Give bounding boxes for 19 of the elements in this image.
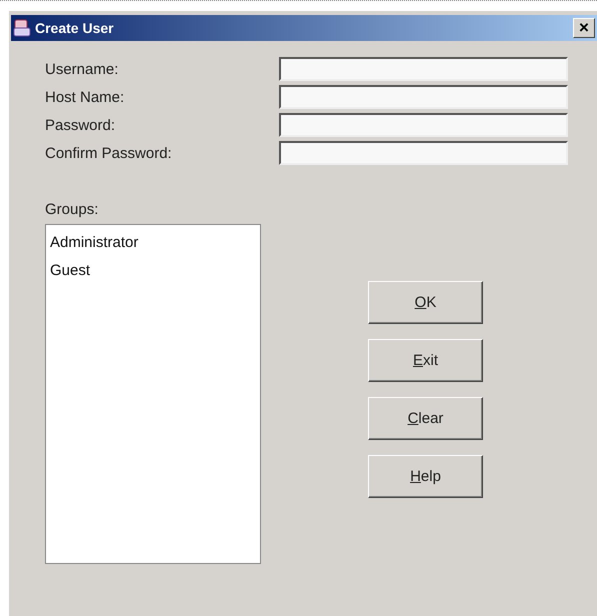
field-label: Host Name: (45, 88, 126, 106)
groups-label: Groups: (45, 201, 100, 218)
app-icon (13, 19, 31, 37)
field-label: Password: (45, 116, 116, 134)
groups-list[interactable]: Administrator Guest (45, 224, 261, 564)
input-field[interactable] (279, 85, 568, 109)
close-button[interactable]: × (573, 18, 595, 38)
dialog-button[interactable]: Exit (368, 339, 483, 382)
dialog-button[interactable]: OK (368, 281, 483, 324)
field-label: Confirm Password: (45, 144, 173, 162)
list-item[interactable]: Guest (49, 259, 257, 287)
input-field[interactable] (279, 113, 568, 137)
list-item[interactable]: Administrator (49, 231, 257, 259)
dialog-button[interactable]: Clear (368, 397, 483, 440)
window-title: Create User (35, 20, 115, 36)
input-field[interactable] (279, 141, 568, 165)
input-field[interactable] (279, 57, 568, 81)
dialog-button[interactable]: Help (368, 455, 483, 498)
field-label: Username: (45, 60, 120, 78)
